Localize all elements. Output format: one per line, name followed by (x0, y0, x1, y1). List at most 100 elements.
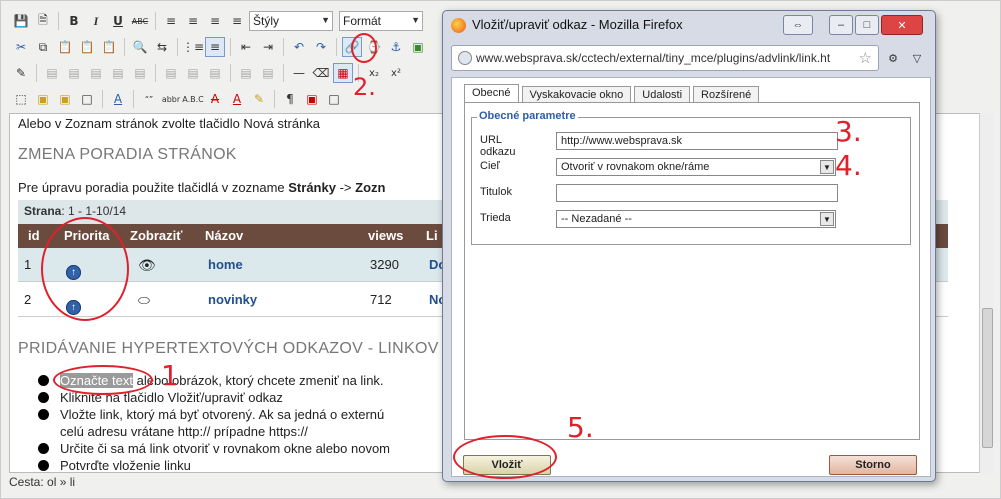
toolbar-separator (36, 64, 37, 82)
styles-select[interactable]: Štýly ▼ (249, 11, 333, 31)
undo-icon[interactable]: ↶ (289, 37, 309, 57)
attributes-icon[interactable]: ✎ (249, 89, 269, 109)
maximize-icon[interactable]: □ (855, 15, 879, 35)
col-after-icon[interactable]: ▤ (183, 63, 203, 83)
toolbar-separator (283, 38, 284, 56)
chevron-down-icon: ▼ (820, 212, 834, 226)
align-left-icon[interactable]: ≡ (161, 11, 181, 31)
align-center-icon[interactable]: ≡ (183, 11, 203, 31)
outdent-icon[interactable]: ⇤ (236, 37, 256, 57)
chevron-down-icon: ▼ (411, 15, 420, 25)
superscript-icon[interactable]: x² (386, 63, 406, 83)
minimize-icon[interactable]: – (829, 15, 853, 35)
styles-select-value: Štýly (253, 14, 280, 28)
table-cell-props-icon[interactable]: ▤ (64, 63, 84, 83)
bullet-list-icon[interactable]: ⋮≡ (182, 37, 204, 57)
row-views: 3290 (370, 257, 399, 272)
paste-icon[interactable]: 📋 (55, 37, 75, 57)
anchor-icon[interactable]: ⚓ (386, 37, 406, 57)
layer-backward-icon[interactable]: □ (77, 89, 97, 109)
eye-icon[interactable]: 👁 (138, 257, 156, 274)
content-scrollbar[interactable] (979, 113, 994, 473)
media-icon[interactable]: ▣ (302, 89, 322, 109)
format-select[interactable]: Formát ▼ (339, 11, 423, 31)
indent-icon[interactable]: ⇥ (258, 37, 278, 57)
tab-events[interactable]: Udalosti (634, 86, 691, 103)
class-label: Trieda (480, 212, 511, 224)
abbr-icon[interactable]: abbr (161, 89, 181, 109)
table-icon[interactable]: ▦ (333, 63, 353, 83)
delete-col-icon[interactable]: ▤ (205, 63, 225, 83)
image-icon[interactable]: ▣ (408, 37, 428, 57)
copy-icon[interactable]: ⧉ (33, 37, 53, 57)
toolbar-separator (283, 64, 284, 82)
bold-button[interactable]: B (64, 11, 84, 31)
row-name[interactable]: home (208, 257, 243, 272)
menu-chevron-icon[interactable]: ▽ (907, 49, 927, 67)
row-before-icon[interactable]: ▤ (86, 63, 106, 83)
globe-icon (458, 51, 472, 65)
target-select-value: Otvoriť v rovnakom okne/ráme (561, 161, 710, 173)
remove-format-icon[interactable]: ⌫ (311, 63, 331, 83)
dialog-url-bar[interactable]: www.websprava.sk/cctech/external/tiny_mc… (451, 45, 879, 71)
row-after-icon[interactable]: ▤ (108, 63, 128, 83)
align-right-icon[interactable]: ≡ (205, 11, 225, 31)
bookmark-star-icon[interactable]: ☆ (859, 49, 872, 67)
class-select-value: -- Nezadané -- (561, 213, 632, 225)
layer-forward-icon[interactable]: ▣ (55, 89, 75, 109)
paragraph-icon[interactable]: ¶ (280, 89, 300, 109)
cut-icon[interactable]: ✂ (11, 37, 31, 57)
tab-advanced[interactable]: Rozšírené (693, 86, 760, 103)
del-icon[interactable]: A (205, 89, 225, 109)
annotation-circle-insert (453, 435, 557, 479)
styleprops-icon[interactable]: A (108, 89, 128, 109)
row-id: 1 (24, 257, 32, 272)
paste-word-icon[interactable]: 📋 (99, 37, 119, 57)
title-input[interactable] (556, 184, 838, 202)
scrollbar-thumb[interactable] (982, 308, 993, 448)
new-document-icon[interactable]: 🗎 (33, 11, 53, 31)
col-visible: Zobraziť (130, 228, 183, 243)
row-name[interactable]: novinky (208, 292, 257, 307)
visual-aid-icon[interactable]: ⬚ (11, 89, 31, 109)
save-icon[interactable]: 💾 (11, 11, 31, 31)
restore-size-icon[interactable]: ⇔ (783, 15, 813, 35)
numbered-list-icon[interactable]: ≡ (205, 37, 225, 57)
close-icon[interactable]: ✕ (881, 15, 923, 35)
split-cells-icon[interactable]: ▤ (236, 63, 256, 83)
url-input[interactable]: http://www.websprava.sk (556, 132, 838, 150)
toolbar-separator (177, 38, 178, 56)
redo-icon[interactable]: ↷ (311, 37, 331, 57)
strikethrough-button[interactable]: ABC (130, 11, 150, 31)
layer-icon[interactable]: ▣ (33, 89, 53, 109)
col-before-icon[interactable]: ▤ (161, 63, 181, 83)
find-icon[interactable]: 🔍 (130, 37, 150, 57)
cite-icon[interactable]: “” (139, 89, 159, 109)
edit-icon[interactable]: ✎ (11, 63, 31, 83)
col-name: Názov (205, 228, 244, 243)
align-justify-icon[interactable]: ≡ (227, 11, 247, 31)
tab-popup[interactable]: Vyskakovacie okno (521, 86, 632, 103)
horizontal-rule-icon[interactable]: — (289, 63, 309, 83)
template-icon[interactable]: □ (324, 89, 344, 109)
eye-closed-icon[interactable]: ⬭ (138, 292, 150, 309)
delete-row-icon[interactable]: ▤ (130, 63, 150, 83)
target-select[interactable]: Otvoriť v rovnakom okne/ráme ▼ (556, 158, 836, 176)
table-row-props-icon[interactable]: ▤ (42, 63, 62, 83)
italic-button[interactable]: I (86, 11, 106, 31)
toolbar-separator (58, 12, 59, 30)
toolbar-row-4: ⬚ ▣ ▣ □ A “” abbr A.B.C A A ✎ ¶ ▣ □ (11, 87, 344, 111)
replace-icon[interactable]: ⇆ (152, 37, 172, 57)
class-select[interactable]: -- Nezadané -- ▼ (556, 210, 836, 228)
addon-icon[interactable]: ⚙ (883, 49, 903, 67)
merge-cells-icon[interactable]: ▤ (258, 63, 278, 83)
toolbar-separator (230, 38, 231, 56)
ins-icon[interactable]: A (227, 89, 247, 109)
acronym-icon[interactable]: A.B.C (182, 89, 204, 109)
cancel-button[interactable]: Storno (829, 455, 917, 475)
tab-general[interactable]: Obecné (464, 84, 519, 103)
underline-button[interactable]: U (108, 11, 128, 31)
reorder-text-a: Pre úpravu poradia použite tlačidlá v zo… (18, 180, 289, 195)
paste-text-icon[interactable]: 📋 (77, 37, 97, 57)
target-label: Cieľ (480, 160, 500, 172)
